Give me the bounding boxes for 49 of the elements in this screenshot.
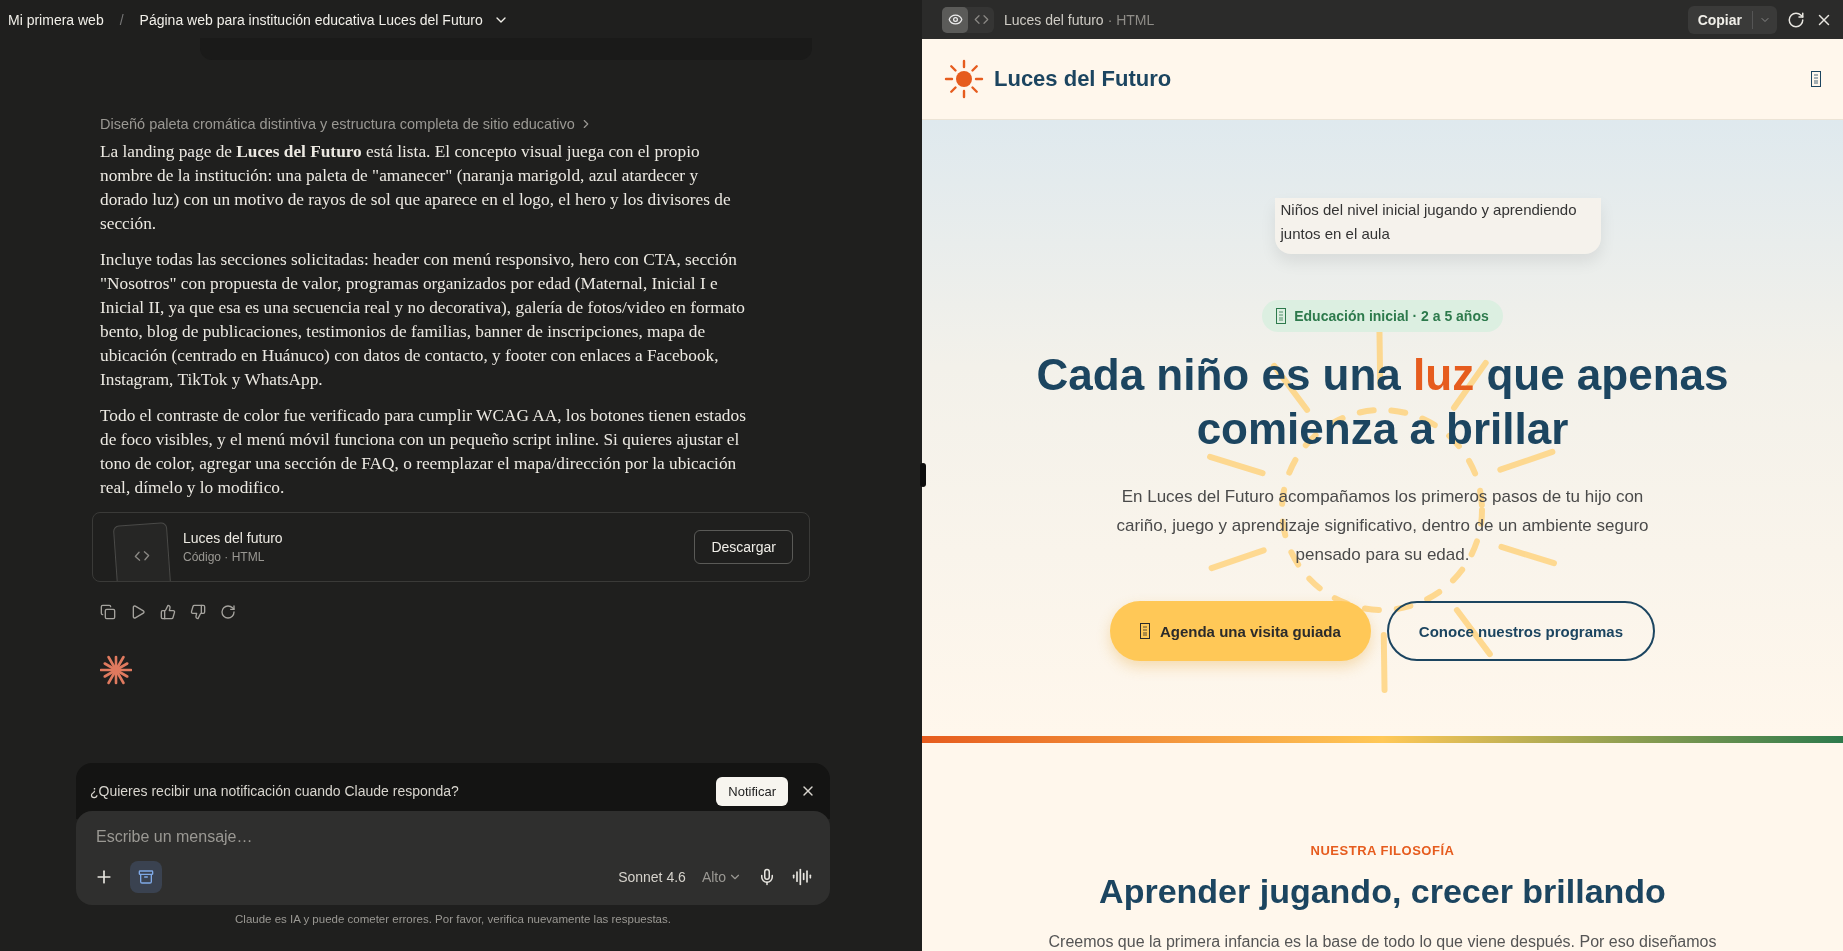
model-selector[interactable]: Sonnet 4.6 [618, 869, 686, 885]
artifact-meta: Código · HTML [183, 550, 266, 564]
menu-icon [1811, 71, 1821, 87]
voice-icon[interactable] [792, 867, 812, 887]
visit-button[interactable]: Agenda una visita guiada [1109, 601, 1371, 661]
microphone-icon[interactable] [758, 868, 776, 886]
section-text: Creemos que la primera infancia es la base de todo lo que viene después. Por eso diseñamos [1048, 933, 1717, 951]
section-heading: Aprender jugando, crecer brillando [1099, 872, 1666, 911]
thumbs-up-icon[interactable] [160, 604, 176, 620]
sun-logo-icon [944, 59, 984, 99]
missing-glyph-icon [1276, 308, 1287, 324]
code-file-icon [112, 522, 172, 581]
retry-icon[interactable] [220, 604, 236, 620]
photo-caption: Niños del nivel inicial jugando y aprendiendo juntos en el aula [1274, 198, 1601, 254]
chat-title[interactable]: Página web para institución educativa Luces del Futuro [139, 12, 483, 28]
badge-text: Educación inicial · 2 a 5 años [1294, 308, 1489, 324]
play-icon[interactable] [130, 604, 146, 620]
thumbs-down-icon[interactable] [190, 604, 206, 620]
preview-tab[interactable] [942, 6, 968, 33]
thinking-summary[interactable]: Diseñó paleta cromática distintiva y estructura completa de sitio educativo [100, 116, 750, 132]
effort-selector[interactable]: Alto [701, 869, 742, 885]
artifact-title: Luces del futuro [1004, 11, 1104, 28]
refresh-icon[interactable] [1787, 10, 1805, 29]
disclaimer-text: Claude es IA y puede cometer errores. Por favor, verifica nuevamente las respuestas. [234, 913, 672, 925]
response-paragraph: Todo el contraste de color fue verificado para cumplir WCAG AA, los botones tienen estados de foco visibles, y el menú móvil funciona con un pequeño script inline. Si quieres ajustar el tono de color, agregar una sección de FAQ, o reemplazar el mapa/dirección por la ubicación real, dímelo y lo modifico. [100, 405, 747, 499]
resize-handle[interactable] [920, 463, 926, 487]
site-logo[interactable]: Luces del Futuro [994, 66, 1801, 92]
project-link[interactable]: Mi primera web [8, 12, 104, 28]
project-icon[interactable] [130, 861, 162, 893]
response-paragraph: La landing page de Luces del Futuro está lista. El concepto visual juega con el propio nombre de la institución: una paleta de "amanecer" (naranja marigold, azul atardecer y dorado luz) con un motivo de rayos de sol que aparece en el logo, el hero y los divisores de sección. [100, 141, 732, 235]
download-button[interactable]: Descargar [694, 530, 793, 564]
breadcrumb-separator: / [119, 12, 124, 28]
section-eyebrow: NUESTRA FILOSOFÍA [1310, 843, 1455, 858]
eye-icon [947, 12, 963, 27]
copy-icon[interactable] [100, 604, 116, 620]
thinking-summary-text: Diseñó paleta cromática distintiva y estructura completa de sitio educativo [100, 116, 575, 132]
code-icon [973, 12, 989, 27]
hero-headline: Cada niño es una luz que apenas comienza a brillar [1035, 349, 1730, 455]
notification-text: ¿Quieres recibir una notificación cuando Claude responda? [90, 783, 460, 799]
response-paragraph: Incluye todas las secciones solicitadas: header con menú responsivo, hero con CTA, sección "Nosotros" con propuesta de valor, programas organizados por edad (Maternal, Inicial I e Inicial II, ya que esa es una secuencia real y no decorativa), galería de fotos/video en formato bento, blog de publicaciones, testimonios de familias, banner de inscripciones, mapa de ubicación (centrado en Huánuco) con datos de contacto, y footer con enlaces a Facebook, Instagram, TikTok y WhatsApp. [100, 249, 746, 391]
spark-logo-icon [100, 654, 132, 686]
artifact-type: · HTML [1107, 11, 1155, 28]
artifact-name: Luces del futuro [183, 530, 284, 546]
artifact-card[interactable]: Luces del futuro Código · HTML Descargar [92, 512, 810, 582]
message-input[interactable]: Escribe un mensaje… [94, 827, 812, 847]
missing-glyph-icon [1139, 623, 1150, 639]
hero-text: En Luces del Futuro acompañamos los primeros pasos de tu hijo con cariño, juego y aprendizaje significativo, dentro de un ambiente seguro pensado para su edad. [1115, 486, 1650, 566]
notify-button[interactable]: Notificar [716, 776, 788, 806]
programs-button[interactable]: Conoce nuestros programas [1386, 601, 1656, 661]
